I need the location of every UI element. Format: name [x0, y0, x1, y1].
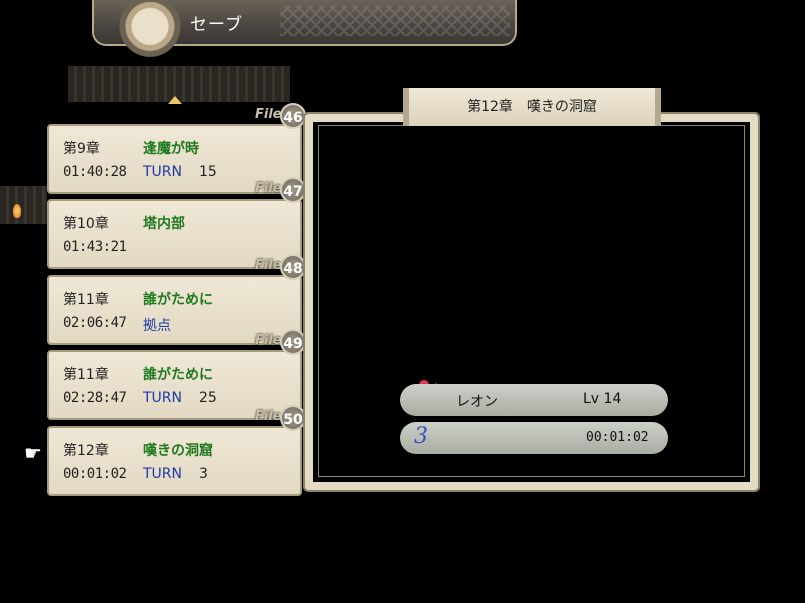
file-number-badge: File 49: [255, 329, 306, 355]
file-number: 48: [280, 254, 306, 280]
slot-base-label: 拠点: [143, 318, 171, 334]
file-label: File: [255, 333, 282, 348]
turn-number: 3: [414, 424, 428, 449]
file-label: File: [255, 409, 282, 424]
file-label: File: [255, 107, 282, 122]
slot-chapter: 第12章: [63, 443, 109, 459]
slot-turn-value: 25: [199, 390, 217, 406]
file-label: File: [255, 181, 282, 196]
unit-name: レオン: [456, 394, 498, 410]
file-number: 50: [280, 405, 306, 431]
file-number-badge: File 46: [255, 103, 306, 129]
slot-turn-label: TURN: [143, 164, 182, 180]
torch-icon: [13, 204, 21, 218]
slot-turn-label: TURN: [143, 466, 182, 482]
slot-chapter-title: 誰がために: [143, 292, 213, 308]
slot-play-time: 01:40:28: [63, 164, 127, 180]
pointing-hand-icon: ☛: [24, 441, 42, 465]
slot-chapter: 第10章: [63, 216, 109, 232]
file-number: 49: [280, 329, 306, 355]
slot-play-time: 02:06:47: [63, 315, 127, 331]
slot-turn-label: TURN: [143, 390, 182, 406]
slot-turn-value: 3: [199, 466, 208, 482]
file-number-badge: File 47: [255, 177, 306, 203]
slot-turn-value: 15: [199, 164, 217, 180]
slot-chapter-title: 塔内部: [143, 216, 185, 232]
unit-info-pill: レオン Lv 14: [400, 384, 668, 416]
file-number: 47: [280, 177, 306, 203]
page-title: セーブ: [190, 15, 243, 35]
save-slot-50[interactable]: 第12章 嘆きの洞窟 00:01:02 TURN 3: [47, 426, 302, 496]
file-number-badge: File 48: [255, 254, 306, 280]
slot-chapter-title: 逢魔が時: [143, 141, 199, 157]
slot-chapter: 第11章: [63, 367, 109, 383]
file-label: File: [255, 258, 282, 273]
file-number-badge: File 50: [255, 405, 306, 431]
file-number: 46: [280, 103, 306, 129]
slot-chapter-title: 誰がために: [143, 367, 213, 383]
slot-chapter: 第9章: [63, 141, 100, 157]
map-fragment-left: [0, 186, 47, 224]
play-time: 00:01:02: [586, 430, 649, 445]
turn-time-pill: 3 00:01:02: [400, 422, 668, 454]
banner-scroll-ornament: [96, 0, 186, 66]
slot-chapter-title: 嘆きの洞窟: [143, 443, 213, 459]
preview-heading-scroll: 第12章 嘆きの洞窟: [403, 88, 661, 126]
preview-heading: 第12章 嘆きの洞窟: [467, 99, 597, 115]
banner-pattern: [280, 6, 510, 36]
unit-level: Lv 14: [583, 391, 622, 407]
slot-play-time: 01:43:21: [63, 239, 127, 255]
slot-chapter: 第11章: [63, 292, 109, 308]
up-arrow-icon[interactable]: [168, 96, 182, 104]
slot-play-time: 02:28:47: [63, 390, 127, 406]
slot-play-time: 00:01:02: [63, 466, 127, 482]
